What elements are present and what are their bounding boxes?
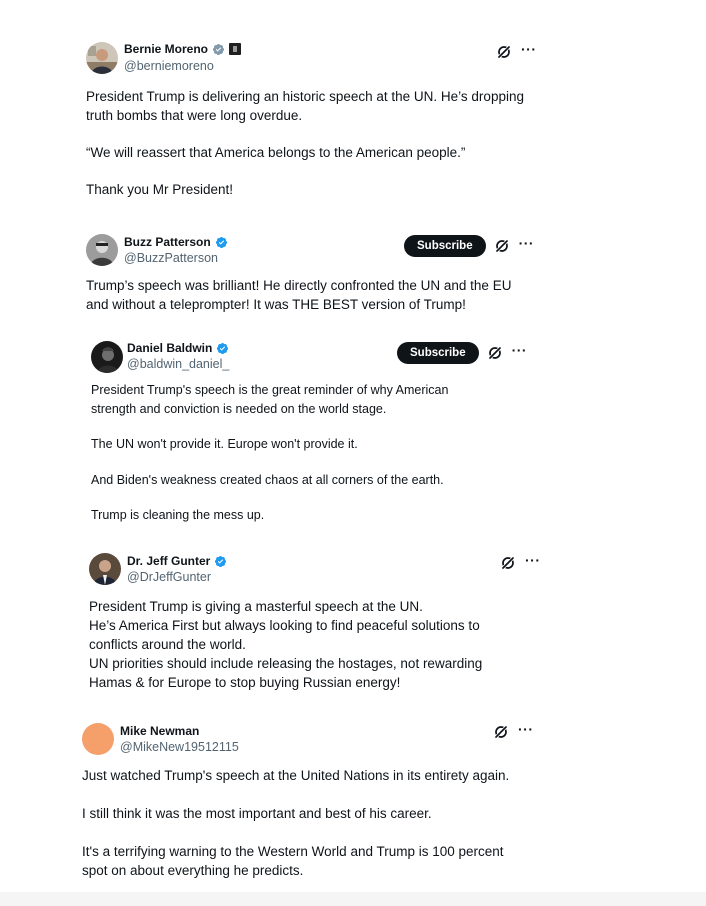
display-name[interactable]: Daniel Baldwin xyxy=(127,341,212,355)
avatar[interactable] xyxy=(86,234,118,266)
display-name[interactable]: Mike Newman xyxy=(120,724,199,738)
tweet-text: President Trump's speech is the great re… xyxy=(91,381,481,525)
grok-icon[interactable] xyxy=(493,724,509,740)
user-handle[interactable]: @baldwin_daniel_ xyxy=(127,357,229,371)
tweet-paragraph: He’s America First but always looking to… xyxy=(89,618,480,652)
page-bottom-edge xyxy=(0,892,706,906)
tweet-paragraph: It's a terrifying warning to the Western… xyxy=(82,844,504,878)
tweet-paragraph: Trump’s speech was brilliant! He directl… xyxy=(86,278,512,312)
avatar[interactable] xyxy=(86,42,118,74)
avatar[interactable] xyxy=(82,723,114,755)
tweet-paragraph: President Trump is giving a masterful sp… xyxy=(89,599,423,614)
verified-badge-icon xyxy=(216,342,229,355)
tweet-text: Just watched Trump's speech at the Unite… xyxy=(82,766,522,880)
subscribe-button[interactable]: Subscribe xyxy=(397,342,479,364)
tweet-paragraph: President Trump is delivering an histori… xyxy=(86,89,524,123)
tweet-paragraph: And Biden's weakness created chaos at al… xyxy=(91,472,444,487)
tweet-paragraph: Just watched Trump's speech at the Unite… xyxy=(82,768,510,783)
subscribe-button[interactable]: Subscribe xyxy=(404,235,486,257)
tweet-text: President Trump is giving a masterful sp… xyxy=(89,597,509,692)
more-options-icon[interactable]: ··· xyxy=(518,722,534,736)
avatar-image xyxy=(86,42,118,74)
tweet-paragraph: Thank you Mr President! xyxy=(86,182,234,197)
tweet-paragraph: Trump is cleaning the mess up. xyxy=(91,508,265,522)
display-name[interactable]: Bernie Moreno xyxy=(124,42,208,56)
more-options-icon[interactable]: ··· xyxy=(525,553,541,567)
tweet-paragraph: President Trump's speech is the great re… xyxy=(91,383,449,416)
grok-icon[interactable] xyxy=(487,345,503,361)
more-options-icon[interactable]: ··· xyxy=(521,42,537,56)
avatar-image xyxy=(91,341,123,373)
tweet-paragraph: I still think it was the most important … xyxy=(82,806,432,821)
avatar[interactable] xyxy=(91,341,123,373)
grok-icon[interactable] xyxy=(496,44,512,60)
more-options-icon[interactable]: ··· xyxy=(519,236,535,250)
display-name[interactable]: Dr. Jeff Gunter xyxy=(127,554,210,568)
user-handle[interactable]: @berniemoreno xyxy=(124,59,214,73)
display-name[interactable]: Buzz Patterson xyxy=(124,235,211,249)
verified-badge-icon xyxy=(212,43,225,56)
avatar-image xyxy=(89,553,121,585)
verified-badge-icon xyxy=(214,555,227,568)
square-affiliate-icon[interactable] xyxy=(229,43,242,55)
tweet-text: Trump’s speech was brilliant! He directl… xyxy=(86,276,526,314)
more-options-icon[interactable]: ··· xyxy=(512,343,528,357)
avatar[interactable] xyxy=(89,553,121,585)
verified-badge-icon xyxy=(215,236,228,249)
user-handle[interactable]: @DrJeffGunter xyxy=(127,570,211,584)
avatar-image xyxy=(86,234,118,266)
tweet-paragraph: “We will reassert that America belongs t… xyxy=(86,145,466,160)
tweet-paragraph: The UN won't provide it. Europe won't pr… xyxy=(91,437,358,451)
grok-icon[interactable] xyxy=(494,238,510,254)
grok-icon[interactable] xyxy=(500,555,516,571)
user-handle[interactable]: @BuzzPatterson xyxy=(124,251,218,265)
user-handle[interactable]: @MikeNew19512115 xyxy=(120,740,239,754)
tweet-text: President Trump is delivering an histori… xyxy=(86,87,546,199)
tweet-paragraph: UN priorities should include releasing t… xyxy=(89,656,483,690)
